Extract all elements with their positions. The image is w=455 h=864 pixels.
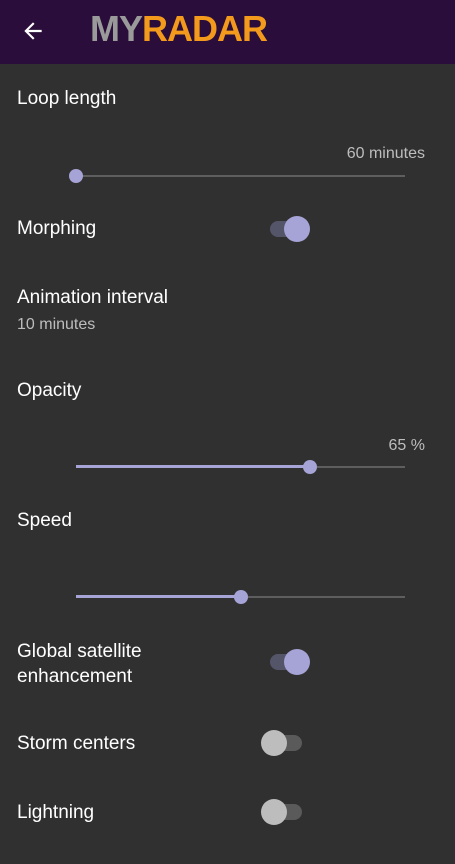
lightning-toggle[interactable]	[261, 796, 308, 826]
toggle-knob	[284, 216, 310, 242]
animation-interval-value: 10 minutes	[17, 316, 96, 333]
slider-thumb[interactable]	[69, 169, 83, 183]
animation-interval-label[interactable]: Animation interval	[17, 287, 168, 309]
toggle-knob	[284, 649, 310, 675]
global-satellite-toggle[interactable]	[268, 646, 314, 676]
toggle-knob	[261, 799, 287, 825]
lightning-label: Lightning	[17, 802, 95, 823]
slider-fill	[76, 595, 241, 598]
app-bar: MYRADAR	[0, 0, 455, 64]
logo-my: MY	[90, 8, 143, 49]
speed-label: Speed	[17, 510, 72, 531]
morphing-label: Morphing	[17, 218, 97, 239]
global-satellite-label: Global satellite enhancement	[17, 639, 142, 689]
slider-fill	[76, 465, 310, 468]
opacity-value: 65 %	[388, 437, 425, 454]
slider-thumb[interactable]	[302, 460, 317, 474]
storm-centers-label: Storm centers	[17, 733, 136, 754]
storm-centers-toggle[interactable]	[261, 727, 308, 757]
loop-length-slider[interactable]	[69, 166, 405, 186]
global-satellite-label-line2: enhancement	[17, 666, 133, 687]
myradar-logo: MYRADAR	[90, 8, 268, 49]
opacity-label: Opacity	[17, 380, 82, 401]
toggle-knob	[261, 730, 287, 756]
global-satellite-label-line1: Global satellite	[17, 641, 142, 662]
speed-slider[interactable]	[76, 587, 405, 607]
loop-length-label: Loop length	[17, 88, 117, 109]
slider-track	[76, 175, 405, 177]
opacity-slider[interactable]	[76, 457, 405, 477]
morphing-toggle[interactable]	[268, 213, 314, 243]
arrow-left-icon[interactable]	[20, 18, 46, 44]
logo-radar: RADAR	[142, 8, 268, 49]
loop-length-value: 60 minutes	[346, 145, 425, 162]
slider-thumb[interactable]	[233, 590, 248, 604]
